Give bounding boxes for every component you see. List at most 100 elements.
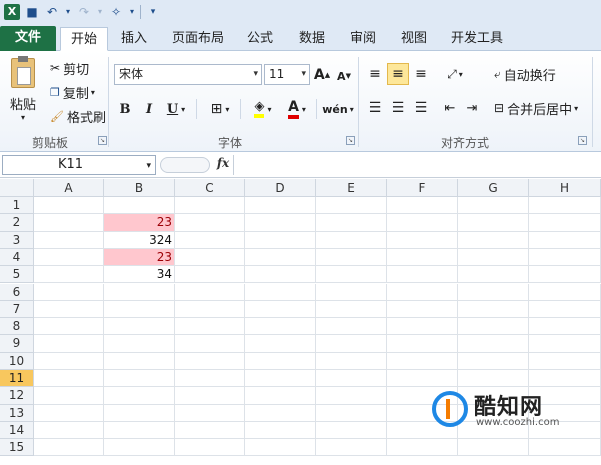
cell-D13[interactable] xyxy=(245,404,316,422)
cell-A10[interactable] xyxy=(34,352,104,370)
column-header[interactable]: A xyxy=(34,179,104,197)
row-header[interactable]: 4 xyxy=(0,248,34,267)
cell-F8[interactable] xyxy=(387,318,458,336)
bold-button[interactable]: B xyxy=(116,99,134,119)
row-header[interactable]: 11 xyxy=(0,370,34,388)
cut-button[interactable]: ✂ 剪切 xyxy=(50,59,94,78)
wand-icon[interactable]: ✧ xyxy=(108,4,124,20)
cell-E11[interactable] xyxy=(316,370,387,388)
phonetic-button[interactable]: wén ▾ xyxy=(322,97,354,121)
cell-D1[interactable] xyxy=(245,197,316,215)
cell-D11[interactable] xyxy=(245,370,316,388)
column-header[interactable]: C xyxy=(175,179,245,197)
cell-D4[interactable] xyxy=(245,248,316,267)
cell-F2[interactable] xyxy=(387,214,458,232)
column-header[interactable]: B xyxy=(104,179,175,197)
cell-H9[interactable] xyxy=(529,335,601,353)
cell-D3[interactable] xyxy=(245,231,316,249)
cell-D14[interactable] xyxy=(245,421,316,440)
formula-bar-splitter[interactable] xyxy=(160,157,210,173)
cell-B14[interactable] xyxy=(104,421,175,440)
cell-C6[interactable] xyxy=(175,283,245,301)
decrease-indent-button[interactable]: ⇤ xyxy=(440,97,460,119)
cell-H7[interactable] xyxy=(529,300,601,319)
cell-G6[interactable] xyxy=(458,283,529,301)
cell-H6[interactable] xyxy=(529,283,601,301)
name-box[interactable]: K11 ▾ xyxy=(2,155,156,175)
cell-A15[interactable] xyxy=(34,439,104,457)
cell-E7[interactable] xyxy=(316,300,387,319)
copy-button[interactable]: ❐ 复制 ▾ xyxy=(50,83,104,102)
orientation-button[interactable]: ⤢ ▾ xyxy=(440,63,470,85)
align-center-button[interactable]: ☰ xyxy=(387,97,409,119)
cell-G5[interactable] xyxy=(458,266,529,284)
cell-C15[interactable] xyxy=(175,439,245,457)
cell-B15[interactable] xyxy=(104,439,175,457)
cell-F7[interactable] xyxy=(387,300,458,319)
cell-B13[interactable] xyxy=(104,404,175,422)
cell-B9[interactable] xyxy=(104,335,175,353)
grow-font-button[interactable]: A ▲ xyxy=(313,65,331,85)
underline-button[interactable]: U ▾ xyxy=(162,99,190,119)
cell-D10[interactable] xyxy=(245,352,316,370)
cell-G9[interactable] xyxy=(458,335,529,353)
cell-B4[interactable]: 23 xyxy=(104,248,175,267)
cell-B10[interactable] xyxy=(104,352,175,370)
cell-D2[interactable] xyxy=(245,214,316,232)
cell-B3[interactable]: 324 xyxy=(104,231,175,249)
tab-file[interactable]: 文件 xyxy=(0,26,56,51)
cell-E12[interactable] xyxy=(316,387,387,405)
cell-F1[interactable] xyxy=(387,197,458,215)
cell-F15[interactable] xyxy=(387,439,458,457)
cell-E5[interactable] xyxy=(316,266,387,284)
cell-A4[interactable] xyxy=(34,248,104,267)
cell-A9[interactable] xyxy=(34,335,104,353)
cell-A6[interactable] xyxy=(34,283,104,301)
cell-A3[interactable] xyxy=(34,231,104,249)
cell-G8[interactable] xyxy=(458,318,529,336)
row-header[interactable]: 7 xyxy=(0,300,34,319)
fill-color-button[interactable]: ◈ ▾ xyxy=(248,97,278,121)
cell-C14[interactable] xyxy=(175,421,245,440)
tab-view[interactable]: 视图 xyxy=(394,27,434,51)
row-header[interactable]: 6 xyxy=(0,283,34,301)
increase-indent-button[interactable]: ⇥ xyxy=(462,97,482,119)
cell-D15[interactable] xyxy=(245,439,316,457)
row-header[interactable]: 12 xyxy=(0,387,34,405)
cell-F10[interactable] xyxy=(387,352,458,370)
cell-H4[interactable] xyxy=(529,248,601,267)
row-header[interactable]: 3 xyxy=(0,231,34,249)
cell-G15[interactable] xyxy=(458,439,529,457)
align-left-button[interactable]: ☰ xyxy=(364,97,386,119)
cell-F3[interactable] xyxy=(387,231,458,249)
font-size-select[interactable]: 11 ▾ xyxy=(264,64,310,85)
cell-H8[interactable] xyxy=(529,318,601,336)
cell-H15[interactable] xyxy=(529,439,601,457)
row-header[interactable]: 8 xyxy=(0,318,34,336)
font-name-select[interactable]: 宋体 ▾ xyxy=(114,64,262,85)
cell-D9[interactable] xyxy=(245,335,316,353)
cell-B12[interactable] xyxy=(104,387,175,405)
cell-G4[interactable] xyxy=(458,248,529,267)
align-top-button[interactable]: ≡ xyxy=(364,63,386,85)
select-all-corner[interactable] xyxy=(0,179,34,197)
clipboard-launcher-icon[interactable]: ↘ xyxy=(98,136,107,145)
tab-insert[interactable]: 插入 xyxy=(114,27,154,51)
cell-F9[interactable] xyxy=(387,335,458,353)
wrap-text-button[interactable]: ⤶ 自动换行 xyxy=(494,63,568,85)
align-right-button[interactable]: ☰ xyxy=(410,97,432,119)
merge-center-button[interactable]: ⊟ 合并后居中 ▾ xyxy=(494,97,586,119)
column-header[interactable]: D xyxy=(245,179,316,197)
cell-D7[interactable] xyxy=(245,300,316,319)
cell-C13[interactable] xyxy=(175,404,245,422)
cell-D6[interactable] xyxy=(245,283,316,301)
cell-A12[interactable] xyxy=(34,387,104,405)
cell-C2[interactable] xyxy=(175,214,245,232)
cell-E15[interactable] xyxy=(316,439,387,457)
row-header[interactable]: 9 xyxy=(0,335,34,353)
cell-E8[interactable] xyxy=(316,318,387,336)
row-header[interactable]: 13 xyxy=(0,404,34,422)
cell-E3[interactable] xyxy=(316,231,387,249)
cell-B5[interactable]: 34 xyxy=(104,266,175,284)
cell-E14[interactable] xyxy=(316,421,387,440)
